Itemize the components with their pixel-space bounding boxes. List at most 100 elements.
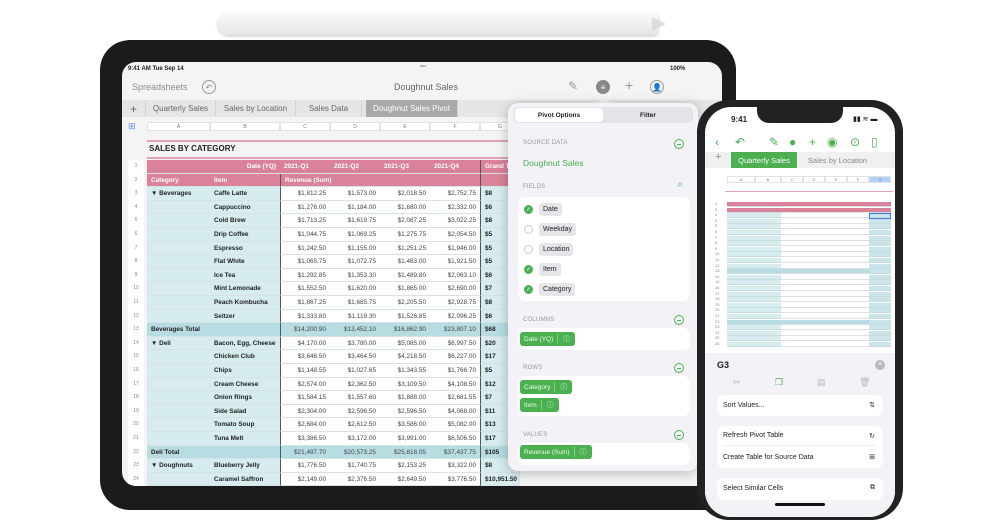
value-cell[interactable]: $4,170.00 <box>280 336 330 351</box>
row-number[interactable]: 25 <box>715 335 719 340</box>
row-number[interactable]: 5 <box>715 223 717 228</box>
organize-icon[interactable]: ≡ <box>596 80 610 94</box>
row-number[interactable]: 8 <box>715 240 717 245</box>
value-cell[interactable]: $1,619.75 <box>330 214 380 228</box>
row-number[interactable]: 15 <box>715 279 719 284</box>
value-cell[interactable]: $1,292.85 <box>280 268 330 283</box>
item-cell[interactable]: Peach Kombucha <box>210 296 280 310</box>
column-header-g[interactable]: G <box>869 176 891 183</box>
row-number[interactable]: 13 <box>128 323 144 337</box>
category-cell[interactable]: ▼ Beverages <box>147 187 210 201</box>
category-cell[interactable]: ▼ Deli <box>147 336 210 351</box>
value-cell[interactable]: $4,218.50 <box>380 350 430 364</box>
column-header-c[interactable]: C <box>280 122 330 131</box>
select-similar-cells-item[interactable]: Select Similar Cells ⧉ <box>723 478 875 498</box>
value-cell[interactable]: $3,386.50 <box>280 432 330 446</box>
row-number[interactable]: 10 <box>715 251 719 256</box>
row-number[interactable]: 6 <box>715 229 717 234</box>
row-number[interactable]: 15 <box>128 350 144 364</box>
collaborate-icon[interactable]: 👤 <box>650 80 664 94</box>
value-cell[interactable]: $4,068.00 <box>430 404 480 419</box>
item-cell[interactable]: Mint Lemonade <box>210 282 280 296</box>
value-cell[interactable]: $1,921.50 <box>430 255 480 269</box>
value-cell[interactable]: $1,552.50 <box>280 282 330 296</box>
row-number[interactable]: 26 <box>715 341 719 346</box>
item-cell[interactable]: Cold Brew <box>210 214 280 228</box>
row-number[interactable]: 4 <box>715 218 717 223</box>
column-header-a[interactable]: A <box>147 122 210 131</box>
item-cell[interactable]: Drip Coffee <box>210 228 280 242</box>
value-cell[interactable]: $14,200.90 <box>280 323 330 337</box>
category-cell[interactable] <box>147 255 210 269</box>
value-cell[interactable]: $3,322.00 <box>430 459 480 473</box>
item-cell[interactable]: Side Salad <box>210 404 280 419</box>
more-icon[interactable]: ⊙ <box>850 135 860 149</box>
value-cell[interactable]: $1,065.75 <box>280 255 330 269</box>
columns-remove-icon[interactable] <box>674 315 684 325</box>
row-number[interactable]: 16 <box>715 285 719 290</box>
category-cell[interactable] <box>147 214 210 228</box>
field-item[interactable]: ✓ Item <box>524 263 561 276</box>
tab-quarterly-sales[interactable]: Quarterly Sales <box>146 100 216 117</box>
row-number[interactable]: 11 <box>715 257 719 262</box>
delete-icon[interactable]: 🗑 <box>859 377 870 388</box>
collaborate-icon[interactable]: ◉ <box>827 135 837 149</box>
value-cell[interactable]: $1,620.00 <box>330 282 380 296</box>
value-cell[interactable]: $2,596.50 <box>330 404 380 419</box>
checkbox-unchecked-icon[interactable] <box>524 245 533 254</box>
value-cell[interactable]: $37,437.75 <box>430 445 480 460</box>
paste-icon[interactable]: ▤ <box>817 377 826 388</box>
checkbox-checked-icon[interactable]: ✓ <box>524 265 533 274</box>
row-number[interactable]: 2 <box>715 207 717 212</box>
add-icon[interactable]: + <box>809 135 816 149</box>
value-cell[interactable]: $6,997.50 <box>430 336 480 351</box>
organize-icon[interactable]: ● <box>789 135 796 149</box>
row-number[interactable]: 7 <box>715 235 717 240</box>
close-icon[interactable]: × <box>875 360 885 370</box>
value-cell[interactable]: $2,054.50 <box>430 228 480 242</box>
tab-quarterly-sales[interactable]: Quarterly Sales <box>731 152 797 168</box>
value-cell[interactable]: $1,946.00 <box>430 241 480 256</box>
value-cell[interactable]: $2,018.50 <box>380 187 430 201</box>
value-cell[interactable]: $3,022.25 <box>430 214 480 228</box>
value-cell[interactable]: $23,807.10 <box>430 323 480 337</box>
row-number[interactable]: 3 <box>128 187 144 201</box>
value-cell[interactable]: $6,506.50 <box>430 432 480 446</box>
item-cell[interactable]: Tuna Melt <box>210 432 280 446</box>
row-number[interactable]: 22 <box>715 319 719 324</box>
value-cell[interactable]: $1,812.25 <box>280 187 330 201</box>
column-header-d[interactable]: D <box>803 176 825 183</box>
value-cell[interactable]: $2,681.55 <box>430 391 480 405</box>
row-number[interactable]: 9 <box>128 268 144 283</box>
row-number[interactable]: 18 <box>128 391 144 405</box>
row-number[interactable]: 1 <box>128 160 144 174</box>
value-cell[interactable]: $1,463.00 <box>380 255 430 269</box>
category-cell[interactable] <box>147 377 210 392</box>
row-number[interactable]: 12 <box>715 263 719 268</box>
category-cell[interactable] <box>147 296 210 310</box>
value-cell[interactable]: $20,573.25 <box>330 445 380 460</box>
info-icon[interactable]: ⓘ <box>557 334 575 344</box>
values-remove-icon[interactable] <box>674 430 684 440</box>
value-cell[interactable]: $13,452.10 <box>330 323 380 337</box>
column-header-b[interactable]: B <box>755 176 781 183</box>
undo-icon[interactable]: ↶ <box>735 135 745 149</box>
column-header-a[interactable]: A <box>727 176 755 183</box>
category-cell[interactable] <box>147 282 210 296</box>
value-cell[interactable]: $3,991.00 <box>380 432 430 446</box>
value-cell[interactable]: $2,096.25 <box>430 309 480 324</box>
category-cell[interactable] <box>147 350 210 364</box>
total-label[interactable]: Beverages Total <box>147 323 210 337</box>
value-cell[interactable]: $1,251.25 <box>380 241 430 256</box>
value-cell[interactable]: $1,027.65 <box>330 364 380 378</box>
row-number[interactable]: 8 <box>128 255 144 269</box>
value-cell[interactable]: $2,928.75 <box>430 296 480 310</box>
value-cell[interactable]: $3,646.50 <box>280 350 330 364</box>
add-sheet-button[interactable]: + <box>715 151 721 163</box>
item-cell[interactable]: Chicken Club <box>210 350 280 364</box>
row-number[interactable]: 11 <box>128 296 144 310</box>
row-number[interactable]: 4 <box>128 200 144 215</box>
value-cell[interactable]: $3,586.00 <box>380 418 430 432</box>
category-cell[interactable] <box>147 391 210 405</box>
value-cell[interactable]: $2,596.50 <box>380 404 430 419</box>
